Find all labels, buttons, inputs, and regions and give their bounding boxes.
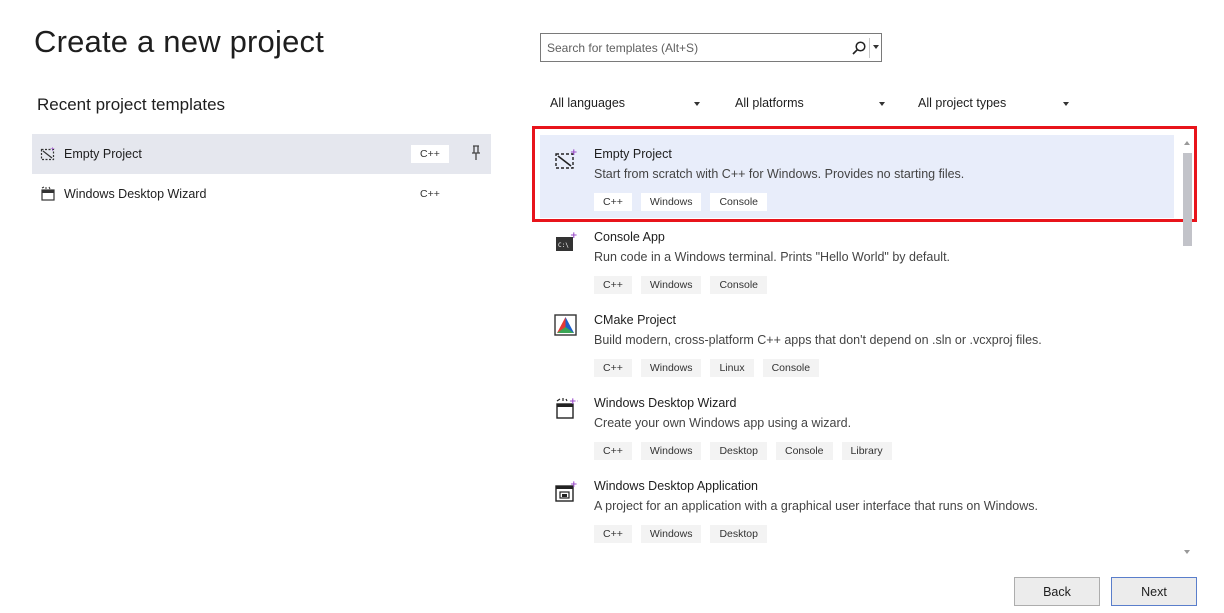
tag: C++ <box>594 525 632 543</box>
template-list-scrollbar[interactable] <box>1181 135 1194 565</box>
recent-item-label: Empty Project <box>64 147 142 161</box>
svg-text:++: ++ <box>569 397 578 407</box>
platform-filter-dropdown[interactable]: All platforms <box>735 96 890 112</box>
template-description: A project for an application with a grap… <box>594 499 1038 513</box>
search-input[interactable] <box>547 40 847 55</box>
chevron-down-icon <box>694 102 700 106</box>
search-separator <box>869 38 870 58</box>
language-filter-dropdown[interactable]: All languages <box>550 96 705 112</box>
svg-text:++: ++ <box>570 148 578 158</box>
tag: Console <box>710 276 767 294</box>
template-name: Console App <box>594 230 665 244</box>
tag: Linux <box>710 359 754 377</box>
project-type-filter-label: All project types <box>918 96 1007 110</box>
chevron-down-icon <box>1063 102 1069 106</box>
empty-project-icon: ++ <box>555 148 578 169</box>
template-description: Create your own Windows app using a wiza… <box>594 416 852 430</box>
template-name: Windows Desktop Wizard <box>594 396 737 410</box>
template-tags: C++ Windows Console <box>594 193 767 211</box>
next-button[interactable]: Next <box>1111 577 1197 606</box>
desktop-application-icon: ++ <box>555 480 578 502</box>
template-name: Windows Desktop Application <box>594 479 758 493</box>
template-list: ++ Empty Project Start from scratch with… <box>540 135 1174 565</box>
language-filter-label: All languages <box>550 96 626 110</box>
back-button[interactable]: Back <box>1014 577 1100 606</box>
empty-project-icon: + <box>40 146 55 161</box>
svg-text:++: ++ <box>570 480 578 490</box>
tag: C++ <box>594 359 632 377</box>
tag: Library <box>841 442 892 460</box>
project-type-filter-dropdown[interactable]: All project types <box>918 96 1073 112</box>
recent-templates-heading: Recent project templates <box>37 95 226 114</box>
tag: Desktop <box>710 525 767 543</box>
search-icon[interactable] <box>851 40 867 56</box>
platform-filter-label: All platforms <box>735 96 804 110</box>
template-name: CMake Project <box>594 313 676 327</box>
recent-item-label: Windows Desktop Wizard <box>64 187 207 201</box>
recent-templates-list: + Empty Project C++ Windows Desktop Wiza… <box>32 134 491 214</box>
template-search-box <box>540 33 882 62</box>
recent-item-windows-desktop-wizard[interactable]: Windows Desktop Wizard C++ <box>32 174 491 214</box>
pin-icon[interactable] <box>469 145 483 161</box>
tag: Console <box>710 193 767 211</box>
template-name: Empty Project <box>594 147 672 161</box>
recent-item-empty-project[interactable]: + Empty Project C++ <box>32 134 491 174</box>
console-app-icon: C:\ ++ <box>556 231 578 251</box>
tag: Desktop <box>710 442 767 460</box>
svg-text:+: + <box>50 146 55 153</box>
template-description: Build modern, cross-platform C++ apps th… <box>594 333 1042 347</box>
svg-text:++: ++ <box>570 231 578 241</box>
tag: C++ <box>594 193 632 211</box>
language-badge: C++ <box>411 185 449 203</box>
scroll-down-arrow-icon[interactable] <box>1184 550 1190 554</box>
tag: Windows <box>640 442 702 460</box>
svg-text:C:\: C:\ <box>558 242 569 249</box>
chevron-down-icon[interactable] <box>873 45 879 49</box>
template-description: Start from scratch with C++ for Windows.… <box>594 167 965 181</box>
scroll-thumb[interactable] <box>1183 153 1192 246</box>
desktop-wizard-icon: ++ <box>556 397 578 419</box>
tag: Windows <box>640 525 702 543</box>
scroll-up-arrow-icon[interactable] <box>1184 141 1190 145</box>
tag: C++ <box>594 442 632 460</box>
template-item-console-app[interactable]: C:\ ++ Console App Run code in a Windows… <box>540 218 1174 301</box>
tag: C++ <box>594 276 632 294</box>
template-item-windows-desktop-application[interactable]: ++ Windows Desktop Application A project… <box>540 467 1174 550</box>
tag: Windows <box>640 276 702 294</box>
language-badge: C++ <box>411 145 449 163</box>
template-tags: C++ Windows Linux Console <box>594 359 820 377</box>
tag: Windows <box>640 359 702 377</box>
template-tags: C++ Windows Desktop Console Library <box>594 442 892 460</box>
template-tags: C++ Windows Desktop <box>594 525 767 543</box>
template-description: Run code in a Windows terminal. Prints "… <box>594 250 951 264</box>
template-item-windows-desktop-wizard[interactable]: ++ Windows Desktop Wizard Create your ow… <box>540 384 1174 467</box>
desktop-wizard-icon <box>41 186 55 201</box>
tag: Console <box>762 359 820 377</box>
template-tags: C++ Windows Console <box>594 276 767 294</box>
chevron-down-icon <box>879 102 885 106</box>
tag: Windows <box>640 193 702 211</box>
page-title: Create a new project <box>34 24 325 59</box>
tag: Console <box>776 442 833 460</box>
template-item-empty-project[interactable]: ++ Empty Project Start from scratch with… <box>540 135 1174 218</box>
template-item-cmake-project[interactable]: CMake Project Build modern, cross-platfo… <box>540 301 1174 384</box>
cmake-icon <box>554 314 577 336</box>
